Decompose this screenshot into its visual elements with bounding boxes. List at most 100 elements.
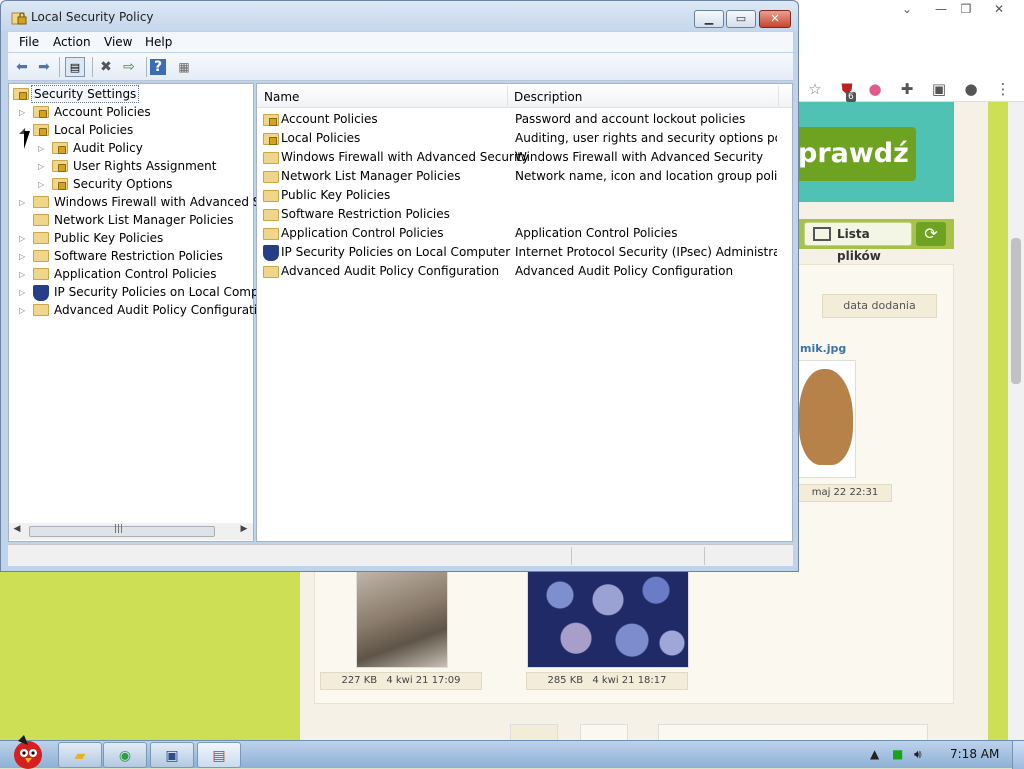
cat-file-date: 4 kwi 21 17:09 [386, 675, 461, 686]
taskbar-clock[interactable]: 7:18 AM [950, 747, 999, 761]
column-header-description[interactable]: Description [514, 90, 582, 104]
hamster-thumbnail[interactable] [798, 360, 856, 478]
page-scrollbar[interactable] [1008, 102, 1024, 740]
list-row-software-restriction[interactable]: Software Restriction Policies [257, 205, 792, 224]
delete-icon[interactable]: ✖ [96, 57, 116, 77]
network-status-icon[interactable]: ■ [892, 747, 903, 761]
taskbar-network-computer[interactable]: ▣ [150, 742, 194, 768]
details-list[interactable]: Name Description Account Policies Passwo… [256, 83, 793, 542]
cat-thumbnail[interactable] [356, 570, 448, 668]
menu-help[interactable]: Help [145, 35, 172, 49]
forward-icon[interactable]: ➡ [34, 57, 54, 77]
folder-icon [33, 250, 49, 262]
folder-icon [33, 304, 49, 316]
expand-arrow-icon[interactable]: ▷ [19, 248, 29, 266]
show-hide-tree-icon[interactable]: ▤ [65, 57, 85, 77]
maximize-button[interactable]: ▭ [726, 10, 756, 28]
scroll-right-icon[interactable]: ▶ [238, 524, 250, 534]
expand-arrow-icon[interactable]: ▷ [38, 158, 48, 176]
scroll-left-icon[interactable]: ◀ [11, 524, 23, 534]
title-bar[interactable]: Local Security Policy ▁ ▭ ✕ [1, 1, 798, 31]
list-row-local-policies[interactable]: Local Policies Auditing, user rights and… [257, 129, 792, 148]
date-added-header[interactable]: data dodania [822, 294, 937, 318]
page-scrollbar-thumb[interactable] [1011, 238, 1021, 384]
row-name: Software Restriction Policies [281, 207, 450, 221]
hamster-caption: maj 22 22:31 [798, 484, 892, 502]
start-button-angry-bird-icon[interactable] [6, 731, 48, 769]
tab-search-chevron-icon[interactable]: ⌄ [896, 2, 918, 16]
file-list-button[interactable]: Lista plików [804, 222, 912, 263]
menu-action[interactable]: Action [53, 35, 91, 49]
folder-icon [263, 266, 279, 278]
minimize-button[interactable]: ▁ [694, 10, 724, 28]
taskbar-security-policy[interactable]: ▤ [197, 742, 241, 768]
file-thumbnail[interactable] [580, 724, 628, 740]
expand-arrow-icon[interactable]: ▷ [19, 194, 29, 212]
list-row-network-list-manager[interactable]: Network List Manager Policies Network na… [257, 167, 792, 186]
folder-icon [33, 268, 49, 280]
tree-label: Application Control Policies [54, 267, 217, 281]
console-tree[interactable]: Security Settings ▷ Account Policies ◢ L… [8, 83, 282, 542]
column-header-name[interactable]: Name [264, 90, 299, 104]
list-row-account-policies[interactable]: Account Policies Password and account lo… [257, 110, 792, 129]
properties-icon[interactable]: ▦ [174, 57, 194, 77]
tree-label: Public Key Policies [54, 231, 164, 245]
profile-avatar-icon[interactable]: ● [960, 78, 982, 100]
show-desktop-button[interactable] [1012, 741, 1024, 769]
expand-arrow-icon[interactable]: ▷ [19, 230, 29, 248]
volume-icon[interactable]: 🔊︎ [914, 747, 922, 762]
stones-thumbnail[interactable] [527, 570, 689, 668]
extension-round-icon[interactable]: ● [864, 78, 886, 100]
export-list-icon[interactable]: ⇨ [119, 57, 139, 77]
folder-thumbnail[interactable] [510, 724, 558, 740]
toolbar-separator [59, 57, 60, 77]
expand-arrow-icon[interactable]: ▷ [38, 176, 48, 194]
tree-label: Network List Manager Policies [54, 213, 234, 227]
taskbar: ▰ ◉ ▣ ▤ ▲ ■ 🔊︎ 7:18 AM [0, 735, 1024, 769]
row-name: Public Key Policies [281, 188, 391, 202]
check-button[interactable]: prawdź [780, 127, 916, 181]
list-row-application-control[interactable]: Application Control Policies Application… [257, 224, 792, 243]
back-icon[interactable]: ⬅ [12, 57, 32, 77]
extension-badge: 6 [846, 92, 856, 102]
list-row-windows-firewall[interactable]: Windows Firewall with Advanced Security … [257, 148, 792, 167]
expand-arrow-icon[interactable]: ▷ [19, 266, 29, 284]
refresh-button[interactable]: ⟳ [916, 222, 946, 246]
row-name: Network List Manager Policies [281, 169, 461, 183]
extensions-puzzle-icon[interactable]: ✚ [896, 78, 918, 100]
browser-restore-button[interactable]: ❐ [955, 2, 977, 16]
expand-arrow-icon[interactable]: ▷ [19, 104, 29, 122]
column-divider[interactable] [507, 86, 508, 106]
row-description: Auditing, user rights and security optio… [515, 131, 777, 145]
lock-icon [39, 128, 47, 136]
taskbar-file-explorer[interactable]: ▰ [58, 742, 102, 768]
lock-icon [19, 92, 27, 100]
expand-arrow-icon[interactable]: ▷ [38, 140, 48, 158]
help-icon[interactable]: ? [150, 59, 166, 75]
status-bar [8, 544, 793, 566]
tree-label: IP Security Policies on Local Compute [54, 285, 279, 299]
folder-icon [263, 190, 279, 202]
folder-icon [263, 152, 279, 164]
lock-icon [58, 164, 66, 172]
list-row-public-key-policies[interactable]: Public Key Policies [257, 186, 792, 205]
menu-file[interactable]: File [19, 35, 39, 49]
file-link[interactable]: mik.jpg [800, 342, 846, 355]
column-divider[interactable] [778, 86, 779, 106]
close-button[interactable]: ✕ [759, 10, 791, 28]
list-row-advanced-audit[interactable]: Advanced Audit Policy Configuration Adva… [257, 262, 792, 281]
browser-menu-icon[interactable]: ⋮ [992, 78, 1014, 100]
file-row [658, 724, 928, 740]
tree-scroll-thumb[interactable]: ||| [29, 524, 215, 537]
side-panel-icon[interactable]: ▣ [928, 78, 950, 100]
bookmark-star-icon[interactable]: ☆ [804, 78, 826, 100]
browser-close-button[interactable]: ✕ [988, 2, 1010, 16]
browser-minimize-button[interactable]: — [930, 2, 952, 16]
taskbar-chrome[interactable]: ◉ [103, 742, 147, 768]
list-row-ip-security[interactable]: IP Security Policies on Local Computer I… [257, 243, 792, 262]
expand-arrow-icon[interactable]: ▷ [19, 284, 29, 302]
expand-arrow-icon[interactable]: ▷ [19, 302, 29, 320]
show-hidden-icons-icon[interactable]: ▲ [870, 747, 879, 761]
tree-horizontal-scrollbar[interactable]: ◀ ||| ▶ [9, 523, 253, 540]
menu-view[interactable]: View [104, 35, 132, 49]
